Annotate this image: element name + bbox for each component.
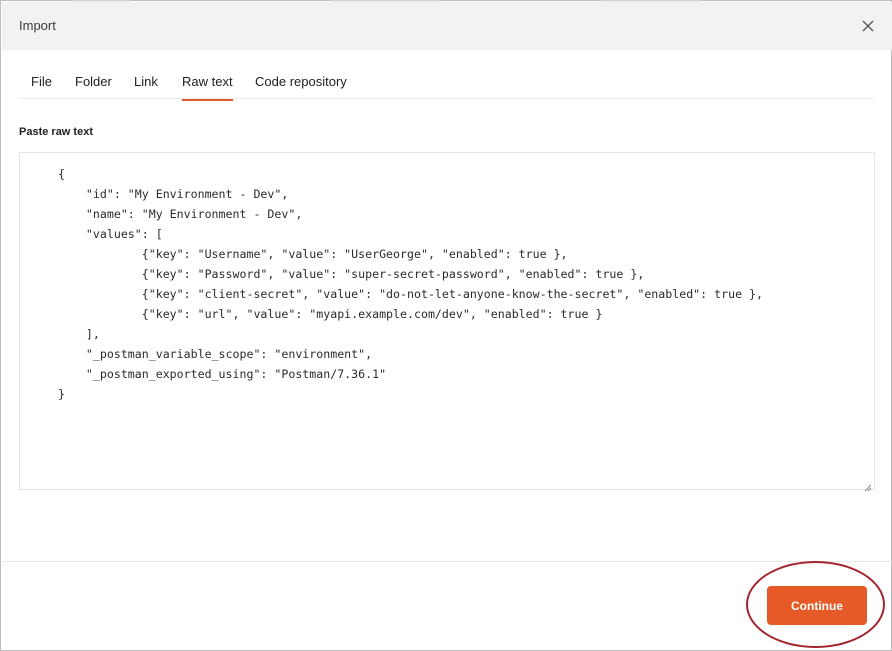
import-dialog: Import File Folder Link Raw text Code re… — [0, 0, 892, 651]
tab-link[interactable]: Link — [134, 74, 158, 99]
tab-file[interactable]: File — [31, 74, 52, 99]
tab-raw-text[interactable]: Raw text — [182, 74, 233, 101]
annotation-circle — [746, 561, 885, 648]
tab-folder[interactable]: Folder — [75, 74, 112, 99]
tab-code-repository[interactable]: Code repository — [255, 74, 347, 99]
raw-text-input[interactable]: { "id": "My Environment - Dev", "name": … — [19, 152, 875, 492]
dialog-header: Import — [2, 2, 892, 50]
footer-divider — [2, 561, 892, 562]
resize-handle-icon[interactable] — [864, 479, 872, 492]
close-icon[interactable] — [860, 18, 876, 34]
raw-text-content: { "id": "My Environment - Dev", "name": … — [58, 167, 763, 401]
dialog-title: Import — [19, 18, 56, 33]
raw-text-label: Paste raw text — [19, 126, 93, 138]
import-tabs: File Folder Link Raw text Code repositor… — [19, 51, 875, 101]
